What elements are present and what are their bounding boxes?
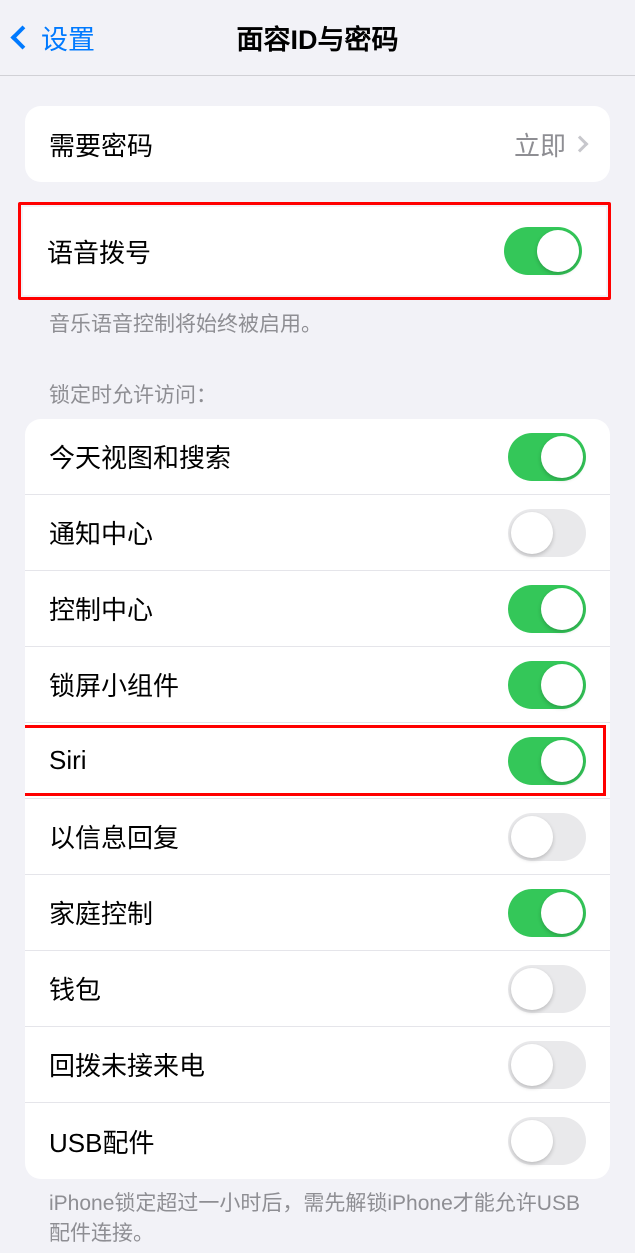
- locked-access-item-label: 今天视图和搜索: [49, 438, 508, 475]
- locked-access-section: 锁定时允许访问： 今天视图和搜索通知中心控制中心锁屏小组件 Siri 以信息回复家庭…: [25, 379, 610, 1248]
- locked-access-item-label: 回拨未接来电: [49, 1046, 508, 1083]
- locked-access-toggle[interactable]: [508, 585, 586, 633]
- require-passcode-value: 立即: [514, 126, 566, 163]
- locked-access-footer: iPhone锁定超过一小时后，需先解锁iPhone才能允许USB配件连接。: [25, 1179, 610, 1248]
- locked-access-row: 今天视图和搜索: [25, 419, 610, 495]
- page-title: 面容ID与密码: [0, 18, 635, 57]
- toggle-knob: [541, 740, 583, 782]
- locked-access-row: 控制中心: [25, 571, 610, 647]
- locked-access-row: 通知中心: [25, 495, 610, 571]
- toggle-knob: [541, 588, 583, 630]
- locked-access-header: 锁定时允许访问：: [25, 379, 610, 419]
- locked-access-row: 以信息回复: [25, 799, 610, 875]
- require-passcode-label: 需要密码: [49, 126, 514, 163]
- locked-access-row: USB配件: [25, 1103, 610, 1179]
- toggle-knob: [541, 436, 583, 478]
- toggle-knob: [541, 892, 583, 934]
- voice-dial-label: 语音拨号: [47, 233, 504, 270]
- locked-access-row: 家庭控制: [25, 875, 610, 951]
- locked-access-toggle[interactable]: [508, 813, 586, 861]
- locked-access-item-label: 家庭控制: [49, 894, 508, 931]
- locked-access-row: 回拨未接来电: [25, 1027, 610, 1103]
- locked-access-item-label: 钱包: [49, 970, 508, 1007]
- passcode-section: 需要密码 立即: [25, 106, 610, 182]
- toggle-knob: [511, 1120, 553, 1162]
- voice-dial-row: 语音拨号: [23, 207, 606, 295]
- locked-access-item-label: 以信息回复: [49, 818, 508, 855]
- toggle-knob: [511, 1044, 553, 1086]
- locked-access-item-label: 通知中心: [49, 514, 508, 551]
- locked-access-toggle[interactable]: [508, 965, 586, 1013]
- voice-dial-footer: 音乐语音控制将始终被启用。: [25, 300, 610, 339]
- require-passcode-row[interactable]: 需要密码 立即: [25, 106, 610, 182]
- locked-access-row: 钱包: [25, 951, 610, 1027]
- header-bar: 设置 面容ID与密码: [0, 0, 635, 76]
- locked-access-row: 锁屏小组件: [25, 647, 610, 723]
- voice-dial-toggle[interactable]: [504, 227, 582, 275]
- toggle-knob: [511, 968, 553, 1010]
- locked-access-row: Siri: [25, 723, 610, 799]
- locked-access-item-label: 锁屏小组件: [49, 666, 508, 703]
- locked-access-toggle[interactable]: [508, 1041, 586, 1089]
- toggle-knob: [511, 816, 553, 858]
- back-label: 设置: [41, 18, 95, 57]
- chevron-right-icon: [572, 136, 589, 153]
- toggle-knob: [541, 664, 583, 706]
- locked-access-list: 今天视图和搜索通知中心控制中心锁屏小组件 Siri 以信息回复家庭控制钱包回拨未接来…: [25, 419, 610, 1179]
- toggle-knob: [537, 230, 579, 272]
- chevron-left-icon: [10, 25, 34, 49]
- locked-access-toggle[interactable]: [508, 509, 586, 557]
- locked-access-item-label: USB配件: [49, 1123, 508, 1160]
- highlight-box-voice-dial: 语音拨号: [18, 202, 611, 300]
- voice-dial-highlight-wrapper: 语音拨号: [18, 202, 611, 300]
- locked-access-toggle[interactable]: [508, 661, 586, 709]
- locked-access-toggle[interactable]: [508, 433, 586, 481]
- locked-access-item-label: 控制中心: [49, 590, 508, 627]
- locked-access-toggle[interactable]: [508, 737, 586, 785]
- back-button[interactable]: 设置: [0, 18, 95, 57]
- locked-access-toggle[interactable]: [508, 1117, 586, 1165]
- locked-access-item-label: Siri: [49, 745, 508, 776]
- locked-access-toggle[interactable]: [508, 889, 586, 937]
- toggle-knob: [511, 512, 553, 554]
